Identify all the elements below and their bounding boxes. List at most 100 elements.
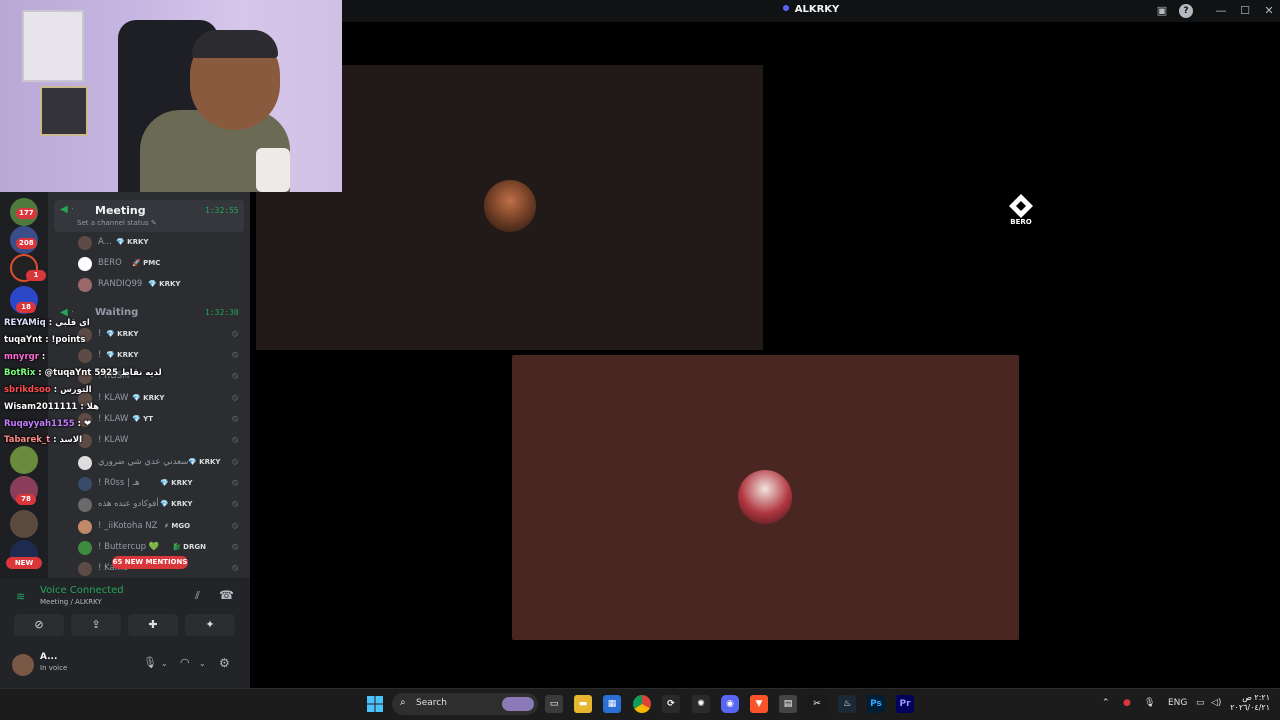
- user-name: A...: [40, 652, 58, 662]
- chat-message: Tabarek_t : الاسد: [4, 435, 83, 445]
- windows-start-icon[interactable]: [367, 696, 383, 712]
- close-button[interactable]: ✕: [1262, 4, 1276, 18]
- member-tag: 🚀 PMC: [132, 259, 161, 267]
- system-clock[interactable]: ٢:٢١ ص ٢٠٢٦/٠٤/٢١: [1226, 693, 1270, 713]
- app-icon[interactable]: ▤: [779, 695, 797, 713]
- participant-avatar-1: [484, 180, 536, 232]
- soundboard-button[interactable]: ✦: [185, 614, 235, 636]
- server-icon[interactable]: [10, 446, 38, 474]
- chevron-down-icon[interactable]: ⌄: [161, 659, 168, 668]
- voice-member[interactable]: BERO 🚀 PMC: [76, 255, 246, 273]
- photoshop-icon[interactable]: Ps: [867, 695, 885, 713]
- mention-badge: 18: [16, 302, 36, 313]
- member-name: سعدني عدي شي ضروري: [98, 457, 189, 467]
- avatar: [78, 236, 92, 250]
- noise-suppression-icon[interactable]: ⫽: [195, 589, 200, 603]
- mention-badge: 177: [16, 208, 37, 219]
- steelseries-icon[interactable]: ✺: [692, 695, 710, 713]
- microphone-icon[interactable]: 🎙: [143, 656, 157, 669]
- chat-message: mnyrgr :: [4, 352, 46, 362]
- avatar: [78, 278, 92, 292]
- app-icon[interactable]: ⟳: [662, 695, 680, 713]
- chat-message: sbrikdsoo : التورس: [4, 385, 92, 395]
- member-name: ! _iiKotoha NZ: [98, 521, 158, 531]
- premiere-icon[interactable]: Pr: [896, 695, 914, 713]
- headphones-icon[interactable]: ◠: [180, 656, 190, 669]
- chevron-down-icon[interactable]: ⌄: [199, 659, 206, 668]
- camera-toggle-button[interactable]: ⊘: [14, 614, 64, 636]
- mention-badge: 1: [26, 270, 46, 281]
- capcut-icon[interactable]: ✂: [808, 695, 826, 713]
- avatar: [78, 541, 92, 555]
- deafened-icon: ⦸: [232, 521, 238, 531]
- voice-channel-name: Meeting: [95, 204, 146, 217]
- server-icon[interactable]: [10, 510, 38, 538]
- language-indicator[interactable]: ENG: [1168, 698, 1187, 708]
- file-explorer-icon[interactable]: ▬: [574, 695, 592, 713]
- channel-status[interactable]: Set a channel status ✎: [77, 219, 157, 227]
- chat-message: REYAMiq : ای قلبي: [4, 318, 90, 328]
- signal-icon[interactable]: ≋: [16, 590, 25, 603]
- deafened-icon: ⦸: [232, 499, 238, 509]
- steam-icon[interactable]: ♨: [838, 695, 856, 713]
- voice-member[interactable]: ! Buttercup 💚 🐉 DRGN ⦸: [76, 539, 246, 557]
- brave-icon[interactable]: ▼: [750, 695, 768, 713]
- play-button-plaque: [22, 10, 84, 82]
- title-bar: ALKRKY ▣ ? — ☐ ✕: [342, 0, 1280, 22]
- discord-icon[interactable]: ◉: [721, 695, 739, 713]
- voice-member[interactable]: أفوكادو عنده هذه ! 💎 KRKY ⦸: [76, 496, 246, 514]
- chat-message: Ruqayyah1155 : ❤: [4, 419, 92, 429]
- voice-member[interactable]: A... 💎 KRKY: [76, 234, 246, 252]
- chevron-up-icon[interactable]: ⌃: [1102, 698, 1110, 708]
- activities-button[interactable]: ✚: [128, 614, 178, 636]
- chrome-icon[interactable]: [633, 695, 651, 713]
- maximize-button[interactable]: ☐: [1238, 4, 1252, 18]
- bandana: [192, 30, 278, 58]
- voice-member[interactable]: ! _iiKotoha NZ ⚡ MGO ⦸: [76, 518, 246, 536]
- participant-avatar-2: [738, 470, 792, 524]
- minimize-button[interactable]: —: [1214, 4, 1228, 18]
- disconnect-icon[interactable]: ☎: [219, 588, 234, 602]
- inbox-icon[interactable]: ▣: [1155, 4, 1169, 18]
- display-icon[interactable]: ▭: [1196, 698, 1205, 708]
- chat-message: Wisam2011111 : هلا: [4, 402, 100, 412]
- voice-channel-meeting[interactable]: [54, 200, 244, 232]
- frame: [40, 86, 88, 136]
- window-title: ALKRKY: [342, 4, 1280, 15]
- tray-app-icon[interactable]: ●: [1123, 698, 1131, 708]
- chat-message: tuqaYnt : !points: [4, 335, 86, 345]
- voice-member[interactable]: RANDIQ99 💎 KRKY: [76, 276, 246, 294]
- task-view-icon[interactable]: ▭: [545, 695, 563, 713]
- new-mentions-pill[interactable]: 65 NEW MENTIONS: [112, 556, 188, 569]
- store-icon[interactable]: ▦: [603, 695, 621, 713]
- voice-location[interactable]: Meeting / ALKRKY: [40, 598, 102, 606]
- gear-icon[interactable]: ⚙: [219, 656, 230, 670]
- member-name: BERO: [98, 258, 122, 268]
- voice-channel-timer: 1:32:55: [205, 206, 239, 215]
- cup: [256, 148, 290, 192]
- avatar: [78, 477, 92, 491]
- streamer-webcam: [0, 0, 342, 192]
- voice-member[interactable]: ! R0ss | ‏هـ 💎 KRKY ⦸: [76, 475, 246, 493]
- member-name: ! Buttercup 💚: [98, 542, 160, 552]
- voice-member[interactable]: سعدني عدي شي ضروري 💎 KRKY ⦸: [76, 454, 246, 472]
- avatar: [78, 520, 92, 534]
- member-tag: 💎 KRKY: [116, 238, 149, 246]
- screen-share-button[interactable]: ⇪: [71, 614, 121, 636]
- search-placeholder: Search: [416, 698, 447, 708]
- participant-tile-1[interactable]: [342, 65, 763, 350]
- microphone-icon[interactable]: 🎙: [1144, 698, 1155, 708]
- member-tag: ⚡ MGO: [164, 522, 191, 530]
- member-tag: 🐉 DRGN: [172, 543, 206, 551]
- member-name: أفوكادو عنده هذه !: [98, 499, 165, 509]
- deafened-icon: ⦸: [232, 542, 238, 552]
- avatar[interactable]: [12, 654, 34, 676]
- mention-badge: 208: [16, 238, 37, 249]
- volume-icon[interactable]: ◁): [1211, 698, 1221, 708]
- voice-connected-label[interactable]: Voice Connected: [40, 585, 124, 596]
- new-servers-pill[interactable]: NEW: [6, 557, 42, 569]
- member-tag: 💎 KRKY: [160, 479, 193, 487]
- speaker-icon: ◀ ⋅: [60, 204, 75, 215]
- help-icon[interactable]: ?: [1179, 4, 1193, 18]
- bero-logo-icon[interactable]: [1008, 193, 1034, 219]
